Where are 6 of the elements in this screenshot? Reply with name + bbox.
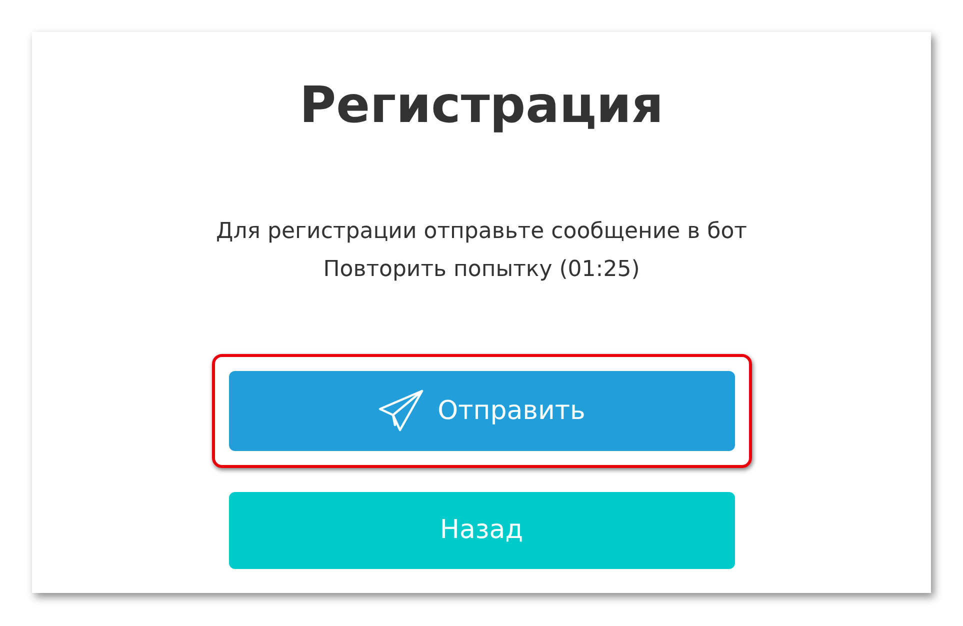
paper-plane-icon <box>378 389 424 433</box>
back-button[interactable]: Назад <box>228 492 734 569</box>
message-text: Повторить попытку (01:25) <box>323 256 640 284</box>
message-text: Для регистрации отправьте сообщение в бот <box>216 218 747 246</box>
page-title: Регистрация <box>299 75 664 136</box>
send-button[interactable]: Отправить <box>228 371 734 451</box>
